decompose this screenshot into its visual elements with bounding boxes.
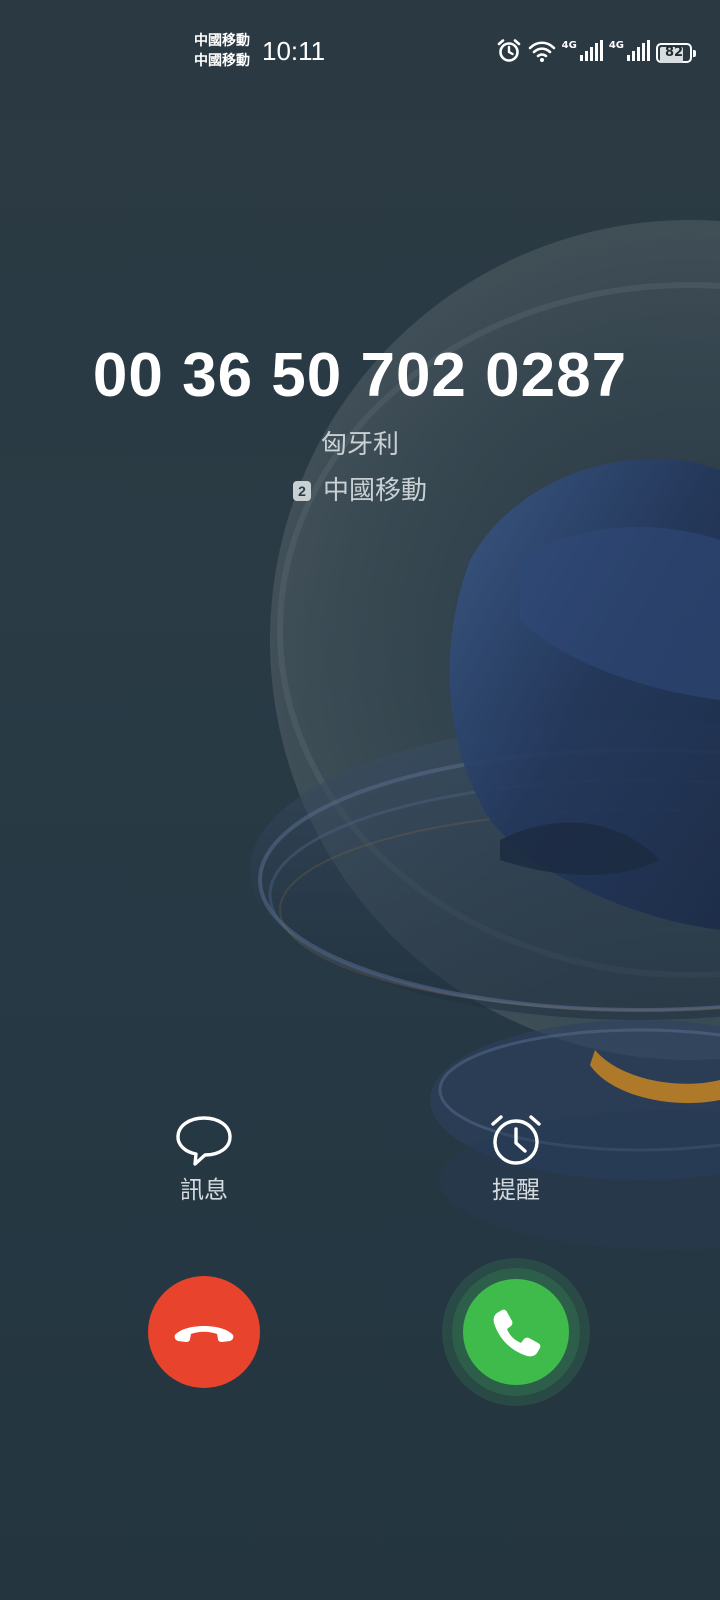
- sim-carrier: 中國移動: [322, 476, 427, 506]
- remind-label: 提醒: [492, 1176, 540, 1204]
- network-type-sim2: 4G: [608, 39, 624, 51]
- signal-icon-sim1: [579, 40, 603, 66]
- carrier-label-sim2: 中國移動: [194, 53, 250, 69]
- battery-cap: [693, 50, 696, 57]
- hang-up-icon: [174, 1326, 234, 1342]
- remind-button[interactable]: 提醒: [446, 1112, 586, 1206]
- caller-location: 匈牙利: [320, 430, 399, 460]
- wifi-icon: [528, 39, 556, 67]
- alarm-clock-icon: [486, 1112, 546, 1168]
- status-bar: 中國移動 中國移動 10:11 4G 4G 82: [0, 0, 720, 100]
- wallpaper: [250, 220, 720, 1250]
- answer-call-button[interactable]: [463, 1279, 569, 1385]
- caller-sim-info: 2 中國移動: [0, 474, 720, 508]
- battery-icon: 82: [656, 43, 696, 63]
- message-button[interactable]: 訊息: [134, 1112, 274, 1206]
- caller-number: 00 36 50 702 0287: [92, 341, 628, 410]
- chat-bubble-icon: [174, 1112, 234, 1168]
- status-clock: 10:11: [262, 36, 326, 66]
- caller-info: 00 36 50 702 0287 匈牙利 2 中國移動: [0, 340, 720, 508]
- decline-call-button[interactable]: [148, 1276, 260, 1388]
- alarm-icon: [496, 38, 522, 68]
- battery-level: 82: [664, 45, 684, 60]
- carrier-labels: 中國移動 中國移動: [194, 31, 250, 71]
- signal-icon-sim2: [626, 40, 650, 66]
- message-label: 訊息: [180, 1176, 228, 1204]
- phone-icon: [493, 1309, 541, 1357]
- sim-slot-badge: 2: [292, 481, 311, 501]
- network-type-sim1: 4G: [561, 39, 577, 51]
- carrier-label-sim1: 中國移動: [194, 33, 250, 49]
- status-icons: 4G 4G 82: [496, 38, 696, 68]
